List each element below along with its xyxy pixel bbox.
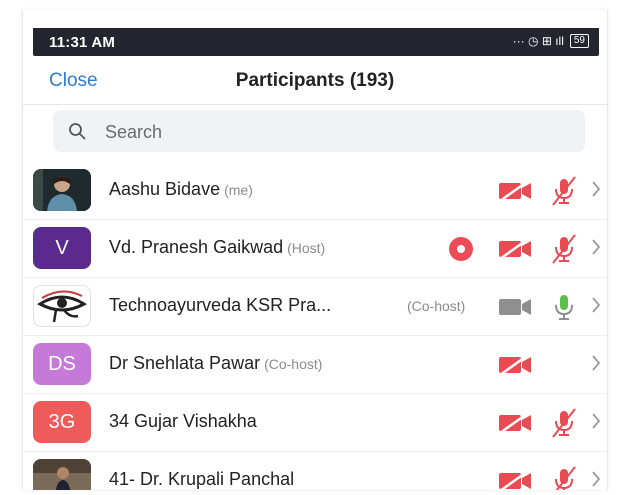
participant-role: (Host) xyxy=(287,240,326,256)
status-indicator-icons: ··· ◷ ⊞ ıll xyxy=(512,34,564,48)
mic-muted-icon[interactable] xyxy=(549,408,579,438)
participant-row[interactable]: 3G 34 Gujar Vishakha xyxy=(23,394,607,452)
page-title: Participants (193) xyxy=(235,70,395,91)
avatar-initials: 3G xyxy=(48,410,76,433)
participant-name: Technoayurveda KSR Pra... xyxy=(109,295,332,315)
participant-row[interactable]: Technoayurveda KSR Pra... (Co-host) xyxy=(23,278,607,336)
participant-name: Dr Snehlata Pawar (Co-host) xyxy=(109,353,323,373)
mic-on-icon[interactable] xyxy=(549,292,579,322)
participant-list: Aashu Bidave (me) V Vd. Pranesh Gaikwad … xyxy=(23,162,607,490)
video-off-icon[interactable] xyxy=(498,354,532,376)
mic-muted-icon[interactable] xyxy=(549,466,579,490)
video-off-icon[interactable] xyxy=(498,180,532,202)
chevron-right-icon[interactable] xyxy=(591,296,601,314)
eye-logo-icon xyxy=(37,290,87,323)
avatar xyxy=(33,285,91,327)
avatar-initials: DS xyxy=(48,352,76,375)
participant-role: (Co-host) xyxy=(264,356,323,372)
participant-row[interactable]: DS Dr Snehlata Pawar (Co-host) xyxy=(23,336,607,394)
participant-role: (me) xyxy=(224,182,253,198)
video-off-icon[interactable] xyxy=(498,470,532,490)
avatar xyxy=(33,169,91,211)
chevron-right-icon[interactable] xyxy=(591,412,601,430)
header-bar: Close Participants (193) xyxy=(23,56,607,105)
status-bar: 11:31 AM ··· ◷ ⊞ ıll 59 xyxy=(33,28,599,56)
participant-name: Vd. Pranesh Gaikwad (Host) xyxy=(109,237,326,257)
participant-row[interactable]: Aashu Bidave (me) xyxy=(23,162,607,220)
avatar-photo xyxy=(33,169,91,211)
mic-muted-icon[interactable] xyxy=(549,234,579,264)
chevron-right-icon[interactable] xyxy=(591,238,601,256)
avatar: DS xyxy=(33,343,91,385)
participant-row[interactable]: 41- Dr. Krupali Panchal xyxy=(23,452,607,490)
participant-name: 41- Dr. Krupali Panchal xyxy=(109,469,295,489)
video-off-icon[interactable] xyxy=(498,238,532,260)
search-box[interactable] xyxy=(53,110,585,152)
avatar: 3G xyxy=(33,401,91,443)
search-input[interactable] xyxy=(103,118,577,146)
avatar: V xyxy=(33,227,91,269)
recording-icon xyxy=(449,237,473,261)
battery-icon: 59 xyxy=(569,34,589,48)
avatar-photo xyxy=(33,459,91,490)
participant-role: (Co-host) xyxy=(407,298,466,314)
avatar xyxy=(33,459,91,490)
search-icon xyxy=(69,123,86,140)
participants-screen: 11:31 AM ··· ◷ ⊞ ıll 59 Close Participan… xyxy=(22,10,608,490)
avatar-initials: V xyxy=(55,236,69,259)
chevron-right-icon[interactable] xyxy=(591,180,601,198)
video-on-icon[interactable] xyxy=(498,296,532,318)
video-off-icon[interactable] xyxy=(498,412,532,434)
participant-name: Aashu Bidave (me) xyxy=(109,179,253,199)
status-time: 11:31 AM xyxy=(49,34,116,51)
participant-row[interactable]: V Vd. Pranesh Gaikwad (Host) xyxy=(23,220,607,278)
chevron-right-icon[interactable] xyxy=(591,470,601,488)
status-icons: ··· ◷ ⊞ ıll 59 xyxy=(513,34,589,48)
chevron-right-icon[interactable] xyxy=(591,354,601,372)
participant-name: 34 Gujar Vishakha xyxy=(109,411,257,431)
mic-muted-icon[interactable] xyxy=(549,176,579,206)
